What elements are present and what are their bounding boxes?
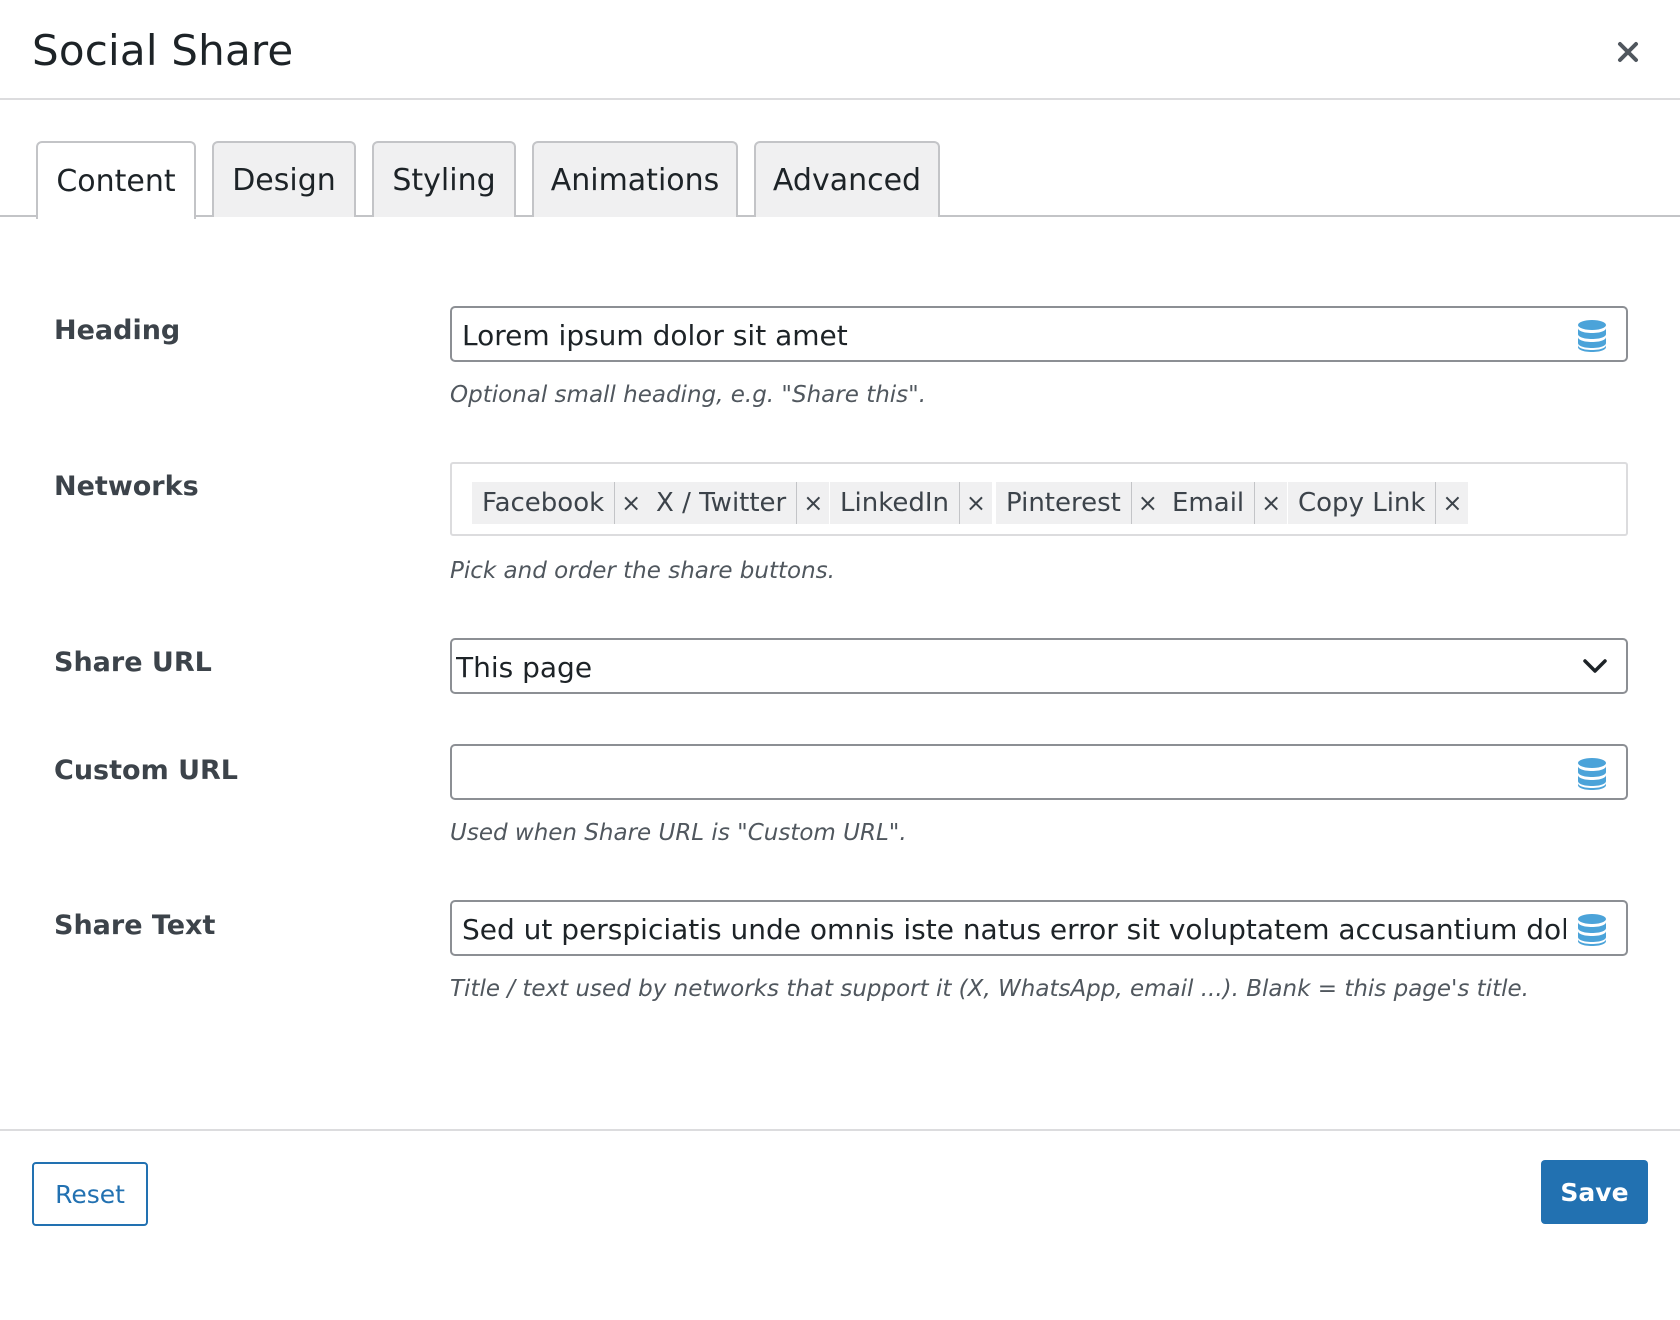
tab-label: Content (56, 163, 176, 199)
tab-advanced[interactable]: Advanced (754, 141, 940, 217)
network-tag-linkedin: LinkedIn × (830, 482, 992, 524)
network-tag-email: Email × (1162, 482, 1288, 524)
tab-animations[interactable]: Animations (532, 141, 738, 217)
tag-label: X / Twitter (656, 488, 787, 518)
networks-label: Networks (54, 471, 199, 502)
networks-help: Pick and order the share buttons. (450, 558, 835, 584)
network-tag-pinterest: Pinterest × (996, 482, 1164, 524)
custom-url-help: Used when Share URL is "Custom URL". (450, 820, 907, 846)
share-text-label: Share Text (54, 910, 216, 941)
close-button[interactable] (1608, 32, 1648, 72)
remove-tag-icon[interactable]: × (1254, 482, 1287, 524)
tab-content[interactable]: Content (36, 141, 196, 219)
share-text-value: Sed ut perspiciatis unde omnis iste natu… (462, 913, 1566, 946)
share-url-selected: This page (456, 651, 593, 684)
dialog-title: Social Share (32, 26, 294, 75)
network-tag-copy-link: Copy Link × (1288, 482, 1469, 524)
heading-input[interactable]: Lorem ipsum dolor sit amet (450, 306, 1628, 362)
save-button[interactable]: Save (1541, 1160, 1648, 1224)
heading-label: Heading (54, 315, 181, 346)
tab-design[interactable]: Design (212, 141, 356, 217)
remove-tag-icon[interactable]: × (796, 482, 829, 524)
footer-divider (0, 1129, 1680, 1131)
custom-url-input[interactable] (450, 744, 1628, 800)
tab-label: Design (232, 162, 336, 198)
database-icon[interactable] (1576, 319, 1608, 353)
remove-tag-icon[interactable]: × (614, 482, 647, 524)
tab-label: Animations (550, 162, 720, 198)
database-icon[interactable] (1576, 757, 1608, 791)
database-icon[interactable] (1576, 913, 1608, 947)
dialog-header: Social Share (0, 0, 1680, 100)
reset-button[interactable]: Reset (32, 1162, 148, 1226)
heading-help: Optional small heading, e.g. "Share this… (450, 382, 927, 408)
tab-label: Styling (392, 162, 496, 198)
tab-bar: Content Design Styling Animations Advanc… (0, 141, 1680, 219)
tab-styling[interactable]: Styling (372, 141, 516, 217)
custom-url-label: Custom URL (54, 755, 239, 786)
tag-label: Facebook (482, 488, 605, 518)
share-url-select[interactable]: This page (450, 638, 1628, 694)
share-text-help: Title / text used by networks that suppo… (450, 976, 1529, 1002)
network-tag-x-twitter: X / Twitter × (646, 482, 830, 524)
network-tag-facebook: Facebook × (472, 482, 648, 524)
tag-label: Copy Link (1298, 488, 1426, 518)
tag-label: LinkedIn (840, 488, 949, 518)
heading-value: Lorem ipsum dolor sit amet (462, 319, 848, 352)
networks-multiselect[interactable]: Facebook × X / Twitter × LinkedIn × Pint… (450, 462, 1628, 536)
remove-tag-icon[interactable]: × (1435, 482, 1468, 524)
share-text-input[interactable]: Sed ut perspiciatis unde omnis iste natu… (450, 900, 1628, 956)
close-icon (1618, 42, 1638, 62)
share-url-label: Share URL (54, 647, 212, 678)
tag-label: Email (1172, 488, 1245, 518)
chevron-down-icon (1583, 659, 1607, 673)
tag-label: Pinterest (1006, 488, 1121, 518)
remove-tag-icon[interactable]: × (958, 482, 992, 524)
tab-label: Advanced (772, 162, 922, 198)
remove-tag-icon[interactable]: × (1130, 482, 1164, 524)
